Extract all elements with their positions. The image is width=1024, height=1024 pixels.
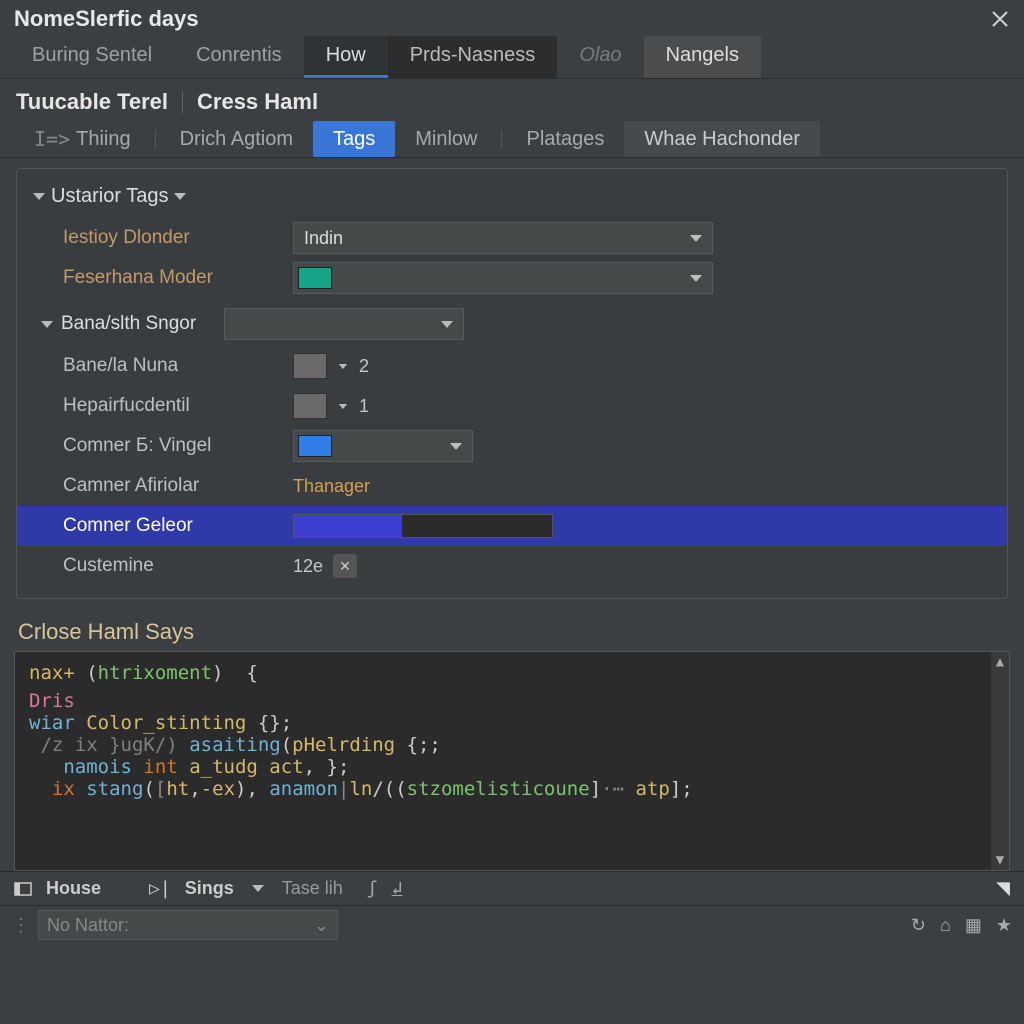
prop-banela: Bane/la Nuna 2 — [17, 346, 1007, 386]
search-input[interactable]: No Nattor: ⌄ — [38, 910, 338, 940]
prop-iestioy: Iestioy Dlonder Indin — [17, 218, 1007, 258]
stepper-box[interactable] — [293, 353, 327, 379]
prop-value: 12e — [293, 556, 323, 577]
prop-label: Feserhana Moder — [63, 267, 293, 289]
tab-olao[interactable]: Olao — [557, 36, 643, 78]
panel-icon[interactable] — [14, 880, 32, 898]
stepper-value: 2 — [359, 356, 369, 377]
slider-fill — [294, 515, 402, 537]
chevron-down-icon — [41, 321, 53, 328]
scrollbar[interactable]: ▲ ▼ — [991, 652, 1009, 870]
prop-hepair: Hepairfucdentil 1 — [17, 386, 1007, 426]
scroll-up-icon[interactable]: ▲ — [996, 652, 1004, 672]
color-swatch — [298, 267, 332, 289]
bookmark-icon[interactable]: ◥ — [996, 878, 1010, 899]
prop-label: Hepairfucdentil — [63, 395, 293, 417]
house-button[interactable]: House — [46, 878, 101, 899]
subtab-tags[interactable]: Tags — [313, 121, 395, 157]
window-title: NomeSlerfic days — [14, 6, 199, 32]
section-ustarior[interactable]: Ustarior Tags — [17, 181, 1007, 218]
breadcrumb-b[interactable]: Cress Haml — [197, 89, 318, 115]
chevron-down-icon[interactable] — [252, 885, 264, 892]
sings-button[interactable]: Sings — [185, 878, 234, 899]
prop-comner-vingel: Comner Б: Vingel — [17, 426, 1007, 466]
subsection-label: Bana/slth Sngor — [61, 313, 196, 335]
prop-label: Custemine — [63, 555, 293, 577]
status-bar: ⋮ No Nattor: ⌄ ↻ ⌂ ▦ ★ — [0, 905, 1024, 948]
prop-label: Comner Б: Vingel — [63, 435, 293, 457]
code-section-title: Crlose Haml Says — [0, 609, 1024, 651]
chevron-down-icon — [441, 321, 453, 328]
color-swatch — [298, 435, 332, 457]
subtab-thiing[interactable]: I=> Thiing — [14, 121, 151, 157]
tab-how[interactable]: How — [304, 36, 388, 78]
tab-prds[interactable]: Prds-Nasness — [388, 36, 558, 78]
prop-feserhana: Feserhana Moder — [17, 258, 1007, 298]
subtab-whae[interactable]: Whae Hachonder — [624, 121, 820, 157]
properties-panel: Ustarior Tags Iestioy Dlonder Indin Fese… — [16, 168, 1008, 599]
arrow-icon: I=> — [34, 127, 70, 151]
tase-field[interactable]: Tase lih — [282, 878, 343, 899]
section-title-label: Ustarior Tags — [51, 185, 168, 208]
secondary-tabs: I=> Thiing Drich Agtiom Tags Minlow Plat… — [0, 121, 1024, 158]
chevron-down-icon: ⌄ — [314, 915, 329, 936]
return-icon[interactable]: ↲ — [392, 878, 403, 899]
chevron-down-icon — [339, 404, 347, 409]
subtab-thiing-label: Thiing — [76, 128, 130, 151]
subtab-drich[interactable]: Drich Agtiom — [160, 121, 313, 157]
subtab-minlow[interactable]: Minlow — [395, 121, 497, 157]
chevron-down-icon — [690, 275, 702, 282]
subtab-platages[interactable]: Platages — [506, 121, 624, 157]
prop-custemine: Custemine 12e ✕ — [17, 546, 1007, 586]
play-icon[interactable]: ▷| — [149, 878, 171, 899]
subsection-bana[interactable]: Bana/slth Sngor — [17, 298, 1007, 346]
home-icon[interactable]: ⌂ — [940, 915, 951, 936]
tab-buring[interactable]: Buring Sentel — [10, 36, 174, 78]
chevron-down-icon — [339, 364, 347, 369]
chevron-down-icon — [450, 443, 462, 450]
prop-value: Thanager — [293, 476, 991, 497]
chevron-down-icon — [690, 235, 702, 242]
bana-select[interactable] — [224, 308, 464, 340]
scroll-down-icon[interactable]: ▼ — [996, 850, 1004, 870]
color-slider[interactable] — [293, 514, 553, 538]
select-value: Indin — [304, 228, 343, 249]
vingel-color-select[interactable] — [293, 430, 473, 462]
breadcrumb-a[interactable]: Tuucable Terel — [16, 89, 168, 115]
breadcrumb-sep — [182, 91, 183, 113]
feserhana-color-select[interactable] — [293, 262, 713, 294]
breadcrumb: Tuucable Terel Cress Haml — [0, 79, 1024, 121]
prop-camner-af: Camner Afiriolar Thanager — [17, 466, 1007, 506]
prop-label: Bane/la Nuna — [63, 355, 293, 377]
clear-button[interactable]: ✕ — [333, 554, 357, 578]
primary-tabs: Buring Sentel Conrentis How Prds-Nasness… — [0, 36, 1024, 79]
grid-icon[interactable]: ▦ — [965, 915, 982, 936]
close-icon[interactable] — [990, 9, 1010, 29]
star-icon[interactable]: ★ — [996, 915, 1012, 936]
stepper-value: 1 — [359, 396, 369, 417]
step-icon[interactable]: ʃ — [367, 878, 378, 899]
prop-label: Iestioy Dlonder — [63, 227, 293, 249]
footer-toolbar: House ▷| Sings Tase lih ʃ ↲ ◥ — [0, 871, 1024, 905]
chevron-down-icon — [33, 193, 45, 200]
iestioy-select[interactable]: Indin — [293, 222, 713, 254]
code-editor[interactable]: nax+ (htrixoment) { Dris wiar Color_stin… — [14, 651, 1010, 871]
prop-label: Comner Geleor — [63, 515, 293, 537]
tab-conrentis[interactable]: Conrentis — [174, 36, 304, 78]
prop-label: Camner Afiriolar — [63, 475, 293, 497]
prop-comner-geleor[interactable]: Comner Geleor — [17, 506, 1007, 546]
stepper-box[interactable] — [293, 393, 327, 419]
tab-nangels[interactable]: Nangels — [644, 36, 761, 78]
refresh-icon[interactable]: ↻ — [911, 915, 926, 936]
chevron-down-icon — [174, 193, 186, 200]
search-placeholder: No Nattor: — [47, 915, 129, 936]
